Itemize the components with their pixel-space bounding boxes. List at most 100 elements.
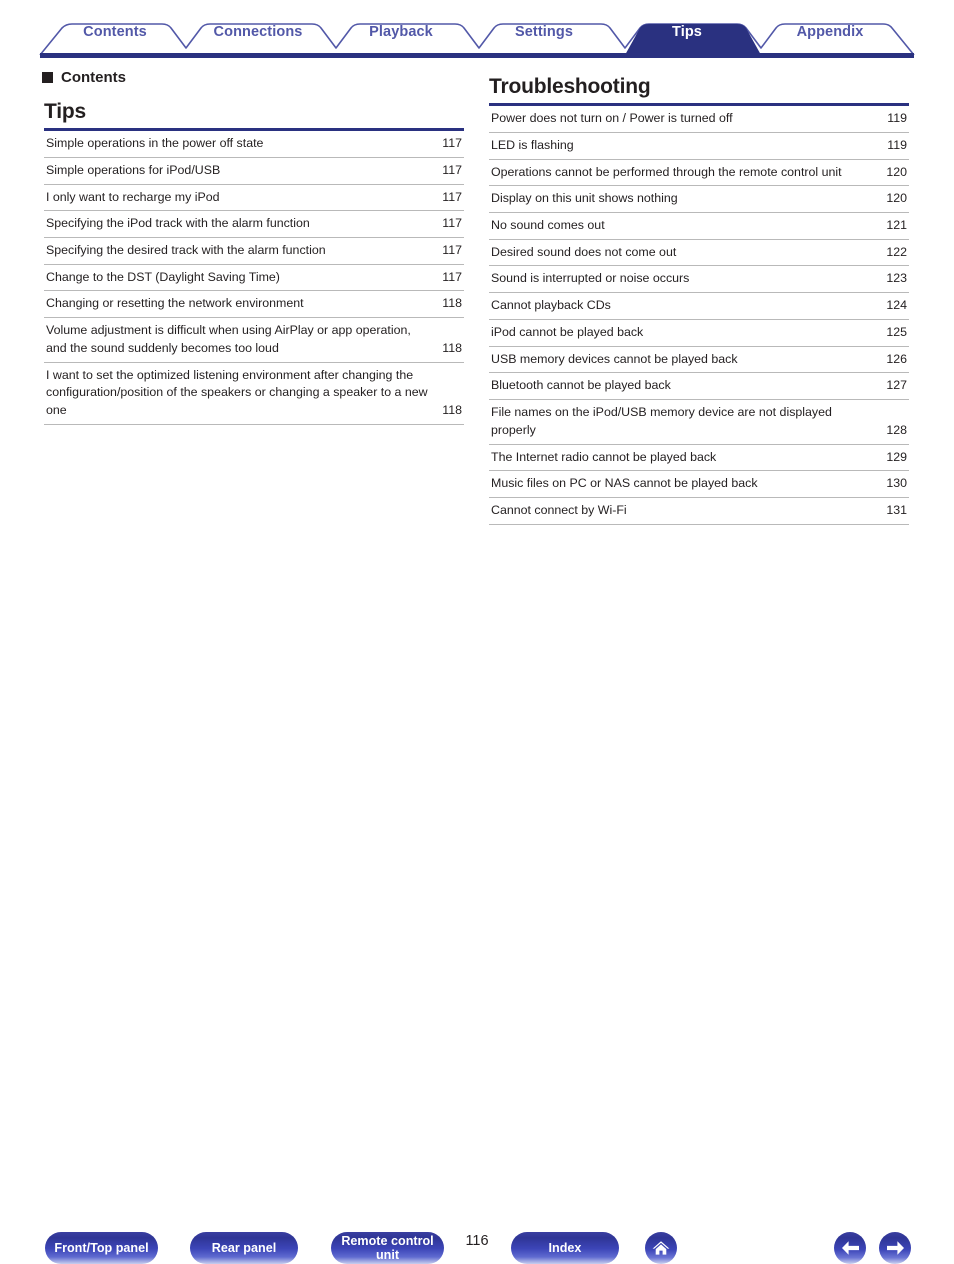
square-bullet-icon [42, 72, 53, 83]
toc-entry-title: No sound comes out [491, 217, 605, 232]
toc-row[interactable]: USB memory devices cannot be played back… [489, 347, 909, 374]
index-button[interactable]: Index [511, 1232, 619, 1264]
tab-baseline [40, 53, 914, 58]
arrow-left-icon [841, 1241, 859, 1255]
toc-row[interactable]: Music files on PC or NAS cannot be playe… [489, 471, 909, 499]
tab-connections[interactable]: Connections [214, 24, 303, 40]
tab-bar: Contents Connections Playback Settings T… [0, 0, 954, 62]
toc-entry-title: The Internet radio cannot be played back [491, 449, 717, 464]
troubleshooting-column: Troubleshooting Power does not turn on /… [489, 75, 909, 525]
toc-row[interactable]: Changing or resetting the network enviro… [44, 291, 464, 319]
toc-row[interactable]: File names on the iPod/USB memory device… [489, 400, 909, 445]
toc-entry-page: 121 [886, 217, 907, 232]
toc-row[interactable]: No sound comes out 121 [489, 213, 909, 240]
toc-entry-title: Cannot connect by Wi-Fi [491, 503, 627, 518]
toc-entry-title: Power does not turn on / Power is turned… [491, 111, 733, 126]
tips-toc-list: Simple operations in the power off state… [44, 131, 464, 425]
tab-appendix[interactable]: Appendix [797, 24, 864, 40]
previous-page-button[interactable] [834, 1232, 866, 1264]
tab-contents[interactable]: Contents [83, 24, 147, 40]
toc-entry-page: 118 [442, 403, 462, 418]
toc-row[interactable]: Change to the DST (Daylight Saving Time)… [44, 265, 464, 292]
toc-entry-title: File names on the iPod/USB memory device… [491, 405, 832, 437]
toc-entry-title: Bluetooth cannot be played back [491, 378, 671, 393]
next-page-button[interactable] [879, 1232, 911, 1264]
toc-row[interactable]: Bluetooth cannot be played back 127 [489, 373, 909, 401]
arrow-right-icon [886, 1241, 904, 1255]
toc-row[interactable]: Specifying the iPod track with the alarm… [44, 211, 464, 238]
toc-entry-page: 117 [442, 269, 462, 284]
remote-control-unit-button[interactable]: Remote control unit [331, 1232, 444, 1264]
toc-entry-page: 118 [442, 340, 462, 355]
toc-entry-page: 125 [886, 324, 907, 339]
toc-entry-title: Sound is interrupted or noise occurs [491, 271, 690, 286]
toc-row[interactable]: I want to set the optimized listening en… [44, 363, 464, 425]
tab-outline-path [39, 23, 915, 56]
toc-entry-title: Changing or resetting the network enviro… [46, 296, 304, 311]
toc-entry-title: Music files on PC or NAS cannot be playe… [491, 476, 758, 491]
toc-entry-page: 130 [886, 476, 907, 491]
toc-entry-title: I only want to recharge my iPod [46, 189, 220, 204]
page-number: 116 [465, 1233, 489, 1249]
toc-entry-title: LED is flashing [491, 137, 574, 152]
toc-entry-title: Cannot playback CDs [491, 298, 611, 313]
troubleshooting-toc-list: Power does not turn on / Power is turned… [489, 106, 909, 525]
toc-entry-title: Desired sound does not come out [491, 244, 677, 259]
toc-entry-title: Operations cannot be performed through t… [491, 164, 842, 179]
toc-entry-page: 126 [886, 351, 907, 366]
tab-playback[interactable]: Playback [369, 24, 433, 40]
toc-entry-page: 117 [442, 189, 462, 204]
home-icon [652, 1241, 670, 1255]
toc-entry-page: 127 [886, 378, 907, 393]
toc-row[interactable]: Cannot playback CDs 124 [489, 293, 909, 320]
toc-row[interactable]: iPod cannot be played back 125 [489, 320, 909, 347]
section-mark: Contents [42, 70, 126, 85]
tab-tips[interactable]: Tips [672, 24, 702, 40]
tips-column-title: Tips [44, 100, 86, 123]
toc-entry-page: 117 [442, 216, 462, 231]
toc-entry-page: 131 [886, 503, 907, 518]
toc-row[interactable]: Simple operations in the power off state… [44, 131, 464, 158]
toc-entry-page: 119 [887, 137, 907, 152]
toc-entry-page: 123 [886, 271, 907, 286]
toc-entry-title: iPod cannot be played back [491, 324, 644, 339]
toc-entry-title: Specifying the iPod track with the alarm… [46, 216, 310, 231]
toc-entry-page: 124 [886, 298, 907, 313]
toc-entry-title: Specifying the desired track with the al… [46, 242, 326, 257]
toc-entry-page: 122 [886, 244, 907, 259]
toc-entry-page: 117 [442, 242, 462, 257]
tips-column: Tips Simple operations in the power off … [44, 100, 464, 425]
toc-entry-title: USB memory devices cannot be played back [491, 351, 738, 366]
front-top-panel-button[interactable]: Front/Top panel [45, 1232, 158, 1264]
toc-entry-title: I want to set the optimized listening en… [46, 367, 428, 418]
toc-row[interactable]: Simple operations for iPod/USB 117 [44, 158, 464, 185]
toc-row[interactable]: Sound is interrupted or noise occurs 123 [489, 266, 909, 294]
toc-entry-title: Display on this unit shows nothing [491, 191, 678, 206]
home-button[interactable] [645, 1232, 677, 1264]
toc-entry-page: 119 [887, 111, 907, 126]
footer-nav: Front/Top panel Rear panel Remote contro… [0, 612, 954, 1264]
toc-entry-title: Simple operations for iPod/USB [46, 162, 221, 177]
toc-row[interactable]: Power does not turn on / Power is turned… [489, 106, 909, 133]
toc-row[interactable]: Desired sound does not come out 122 [489, 240, 909, 267]
toc-row[interactable]: The Internet radio cannot be played back… [489, 445, 909, 472]
toc-row[interactable]: I only want to recharge my iPod 117 [44, 185, 464, 212]
toc-entry-title: Change to the DST (Daylight Saving Time) [46, 269, 280, 284]
toc-row[interactable]: Operations cannot be performed through t… [489, 160, 909, 187]
toc-row[interactable]: Volume adjustment is difficult when usin… [44, 318, 464, 363]
toc-entry-page: 120 [886, 164, 907, 179]
troubleshooting-column-title: Troubleshooting [489, 75, 651, 98]
toc-entry-title: Volume adjustment is difficult when usin… [46, 323, 411, 355]
toc-row[interactable]: LED is flashing 119 [489, 133, 909, 160]
toc-entry-page: 118 [442, 296, 462, 311]
toc-row[interactable]: Cannot connect by Wi-Fi 131 [489, 498, 909, 525]
toc-entry-page: 120 [886, 191, 907, 206]
toc-entry-page: 129 [886, 449, 907, 464]
toc-row[interactable]: Display on this unit shows nothing 120 [489, 186, 909, 213]
section-mark-label: Contents [61, 69, 126, 86]
tab-settings[interactable]: Settings [515, 24, 573, 40]
rear-panel-button[interactable]: Rear panel [190, 1232, 298, 1264]
toc-entry-page: 117 [442, 162, 462, 177]
toc-entry-title: Simple operations in the power off state [46, 136, 264, 151]
toc-row[interactable]: Specifying the desired track with the al… [44, 238, 464, 265]
